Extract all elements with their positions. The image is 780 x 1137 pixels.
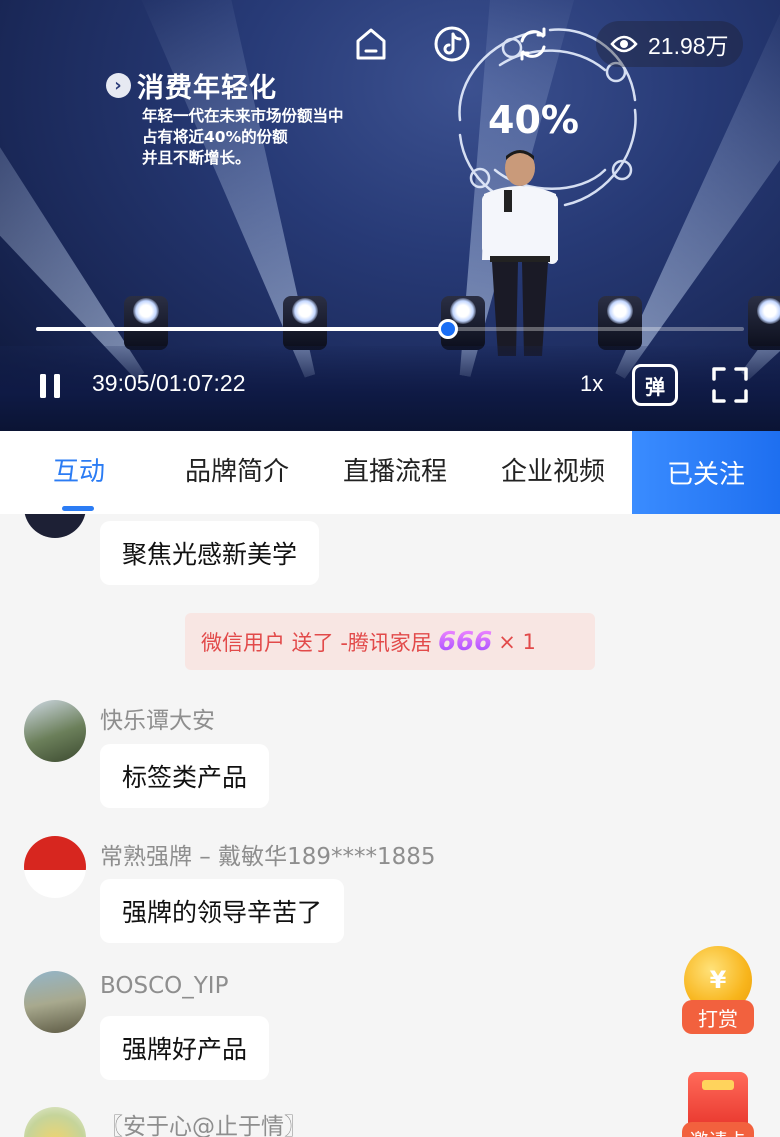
chat-username: 〖安于心@止于情〗: [100, 1114, 307, 1137]
gift-count: × 1: [498, 629, 536, 654]
view-count-value: 21.98万: [648, 33, 729, 59]
pause-icon: [40, 374, 60, 398]
chat-username: BOSCO_YIP: [100, 973, 229, 999]
progress-fill: [36, 327, 449, 331]
chevron-right-icon: ›: [106, 73, 131, 98]
gift-text: 微信用户 送了 -腾讯家居: [201, 630, 432, 655]
chat-username: 快乐谭大安: [100, 708, 215, 734]
invite-label: 邀请卡: [682, 1122, 754, 1137]
playback-time: 39:05/01:07:22: [92, 370, 245, 397]
speed-button[interactable]: 1x: [580, 371, 603, 397]
video-player[interactable]: › 消费年轻化 年轻一代在未来市场份额当中 占有将近40%的份额 并且不断增长。…: [0, 0, 780, 431]
chat-bubble: 强牌的领导辛苦了: [100, 879, 345, 943]
slide-body-line: 占有将近40%的份额: [142, 128, 288, 146]
eye-icon: [610, 35, 638, 53]
danmu-label: 弹: [645, 374, 665, 399]
pause-button[interactable]: [30, 366, 70, 406]
active-tab-indicator: [62, 506, 94, 511]
total-time: 01:07:22: [155, 370, 246, 396]
chat-bubble: 标签类产品: [100, 744, 270, 808]
chat-feed[interactable]: 聚焦光感新美学 微信用户 送了 -腾讯家居 666 × 1 快乐谭大安 标签类产…: [0, 514, 780, 1137]
avatar[interactable]: [24, 836, 86, 898]
stage-light: [748, 296, 780, 350]
gift-notice: 微信用户 送了 -腾讯家居 666 × 1: [185, 613, 595, 670]
stage-light: [124, 296, 168, 350]
slide-stat: 40%: [488, 98, 579, 142]
tab-bar: 互动 品牌简介 直播流程 企业视频 已关注: [0, 431, 780, 514]
gift-666-icon: 666: [437, 626, 493, 657]
chat-bubble: 强牌好产品: [100, 1016, 270, 1080]
follow-button[interactable]: 已关注: [632, 431, 780, 514]
tab-live-schedule[interactable]: 直播流程: [330, 431, 460, 514]
slide-body-line: 年轻一代在未来市场份额当中: [142, 107, 344, 125]
slide-title: › 消费年轻化: [106, 66, 277, 105]
progress-bar[interactable]: [36, 319, 744, 339]
progress-thumb[interactable]: [438, 319, 459, 339]
slide-title-text: 消费年轻化: [137, 73, 277, 104]
avatar[interactable]: [24, 1107, 86, 1137]
reward-label: 打赏: [682, 1000, 754, 1034]
coin-symbol: ¥: [709, 966, 727, 994]
view-count: 21.98万: [596, 21, 743, 67]
home-icon[interactable]: [351, 24, 391, 64]
fullscreen-icon[interactable]: [710, 365, 750, 405]
tab-company-video[interactable]: 企业视频: [488, 431, 618, 514]
slide-body: 年轻一代在未来市场份额当中 占有将近40%的份额 并且不断增长。: [142, 106, 382, 169]
danmu-toggle-button[interactable]: 弹: [632, 364, 678, 406]
tab-interaction[interactable]: 互动: [40, 431, 118, 514]
avatar[interactable]: [24, 700, 86, 762]
stage-light: [283, 296, 327, 350]
chat-username: 常熟强牌 – 戴敏华189****1885: [100, 844, 436, 870]
avatar[interactable]: [24, 971, 86, 1033]
slide-body-line: 并且不断增长。: [142, 149, 251, 167]
current-time: 39:05: [92, 370, 150, 396]
tiktok-icon[interactable]: [432, 24, 472, 64]
invite-card-button[interactable]: 邀请卡: [682, 1072, 754, 1137]
avatar[interactable]: [24, 514, 86, 538]
refresh-icon[interactable]: [513, 24, 553, 64]
tab-brand-intro[interactable]: 品牌简介: [172, 431, 302, 514]
chat-bubble: 聚焦光感新美学: [100, 521, 320, 585]
stage-light: [598, 296, 642, 350]
